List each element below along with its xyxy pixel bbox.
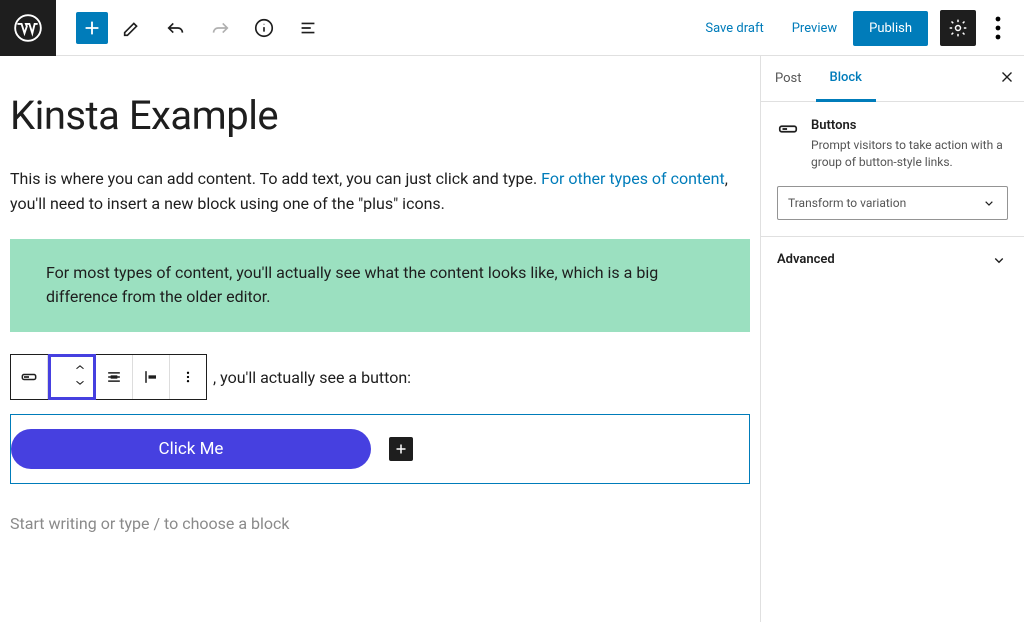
info-icon — [253, 17, 275, 39]
empty-paragraph-placeholder[interactable]: Start writing or type / to choose a bloc… — [10, 514, 750, 533]
chevron-down-icon — [981, 195, 997, 211]
callout-text: For most types of content, you'll actual… — [46, 263, 658, 307]
block-type-button[interactable] — [11, 355, 48, 399]
tab-block[interactable]: Block — [816, 56, 876, 102]
buttons-block[interactable]: Click Me — [10, 414, 750, 484]
block-movers-highlight — [48, 354, 96, 400]
align-icon — [141, 367, 161, 387]
advanced-label: Advanced — [777, 252, 835, 267]
paragraph-block[interactable]: This is where you can add content. To ad… — [10, 167, 750, 217]
add-button-inline[interactable] — [389, 437, 413, 461]
more-vertical-icon — [178, 367, 198, 387]
post-title[interactable]: Kinsta Example — [10, 92, 750, 139]
advanced-panel-toggle[interactable]: Advanced — [761, 237, 1024, 283]
align-button[interactable] — [133, 355, 170, 399]
sidebar-tabs: Post Block — [761, 56, 1024, 102]
wordpress-logo[interactable] — [0, 0, 56, 56]
block-toolbar — [10, 354, 207, 400]
undo-button[interactable] — [156, 8, 196, 48]
block-movers — [67, 357, 93, 397]
callout-block[interactable]: For most types of content, you'll actual… — [10, 239, 750, 333]
plus-icon — [392, 440, 410, 458]
outline-button[interactable] — [288, 8, 328, 48]
paragraph-text: This is where you can add content. To ad… — [10, 169, 541, 188]
sidebar-close-button[interactable] — [998, 68, 1016, 90]
tab-post[interactable]: Post — [761, 56, 816, 102]
toolbar-adjacent-text: , you'll actually see a button: — [213, 368, 411, 387]
move-down-button[interactable] — [73, 377, 87, 393]
buttons-icon — [777, 118, 799, 172]
settings-button[interactable] — [940, 10, 976, 46]
tools-edit-button[interactable] — [112, 8, 152, 48]
drag-handle[interactable] — [51, 357, 67, 397]
top-toolbar: Save draft Preview Publish — [0, 0, 1024, 56]
chevron-down-icon — [990, 251, 1008, 269]
buttons-icon — [19, 367, 39, 387]
more-vertical-icon — [980, 10, 1016, 46]
move-up-button[interactable] — [73, 361, 87, 377]
redo-button[interactable] — [200, 8, 240, 48]
block-description: Prompt visitors to take action with a gr… — [811, 137, 1008, 172]
chevron-down-icon — [73, 377, 87, 389]
save-draft-button[interactable]: Save draft — [693, 13, 775, 44]
block-info-section: Buttons Prompt visitors to take action w… — [761, 102, 1024, 237]
wordpress-icon — [14, 14, 42, 42]
transform-label: Transform to variation — [788, 196, 906, 210]
settings-sidebar: Post Block Buttons Prompt visitors to ta… — [760, 56, 1024, 622]
close-icon — [998, 68, 1016, 86]
list-icon — [297, 17, 319, 39]
paragraph-link[interactable]: For other types of content — [541, 169, 725, 188]
block-name: Buttons — [811, 118, 1008, 133]
justify-button[interactable] — [96, 355, 133, 399]
more-options-button[interactable] — [980, 10, 1016, 46]
button-block[interactable]: Click Me — [11, 429, 371, 469]
plus-icon — [81, 17, 103, 39]
gear-icon — [948, 18, 968, 38]
preview-button[interactable]: Preview — [780, 13, 849, 44]
undo-icon — [165, 17, 187, 39]
block-toolbar-row: , you'll actually see a button: — [10, 354, 750, 400]
justify-icon — [104, 367, 124, 387]
block-inserter-button[interactable] — [76, 12, 108, 44]
pencil-icon — [121, 17, 143, 39]
chevron-up-icon — [73, 361, 87, 373]
publish-button[interactable]: Publish — [853, 11, 928, 46]
info-button[interactable] — [244, 8, 284, 48]
topbar-right: Save draft Preview Publish — [693, 0, 1016, 56]
transform-variation-select[interactable]: Transform to variation — [777, 186, 1008, 220]
editor-canvas[interactable]: Kinsta Example This is where you can add… — [0, 56, 760, 622]
redo-icon — [209, 17, 231, 39]
block-more-button[interactable] — [170, 355, 206, 399]
workspace: Kinsta Example This is where you can add… — [0, 56, 1024, 622]
